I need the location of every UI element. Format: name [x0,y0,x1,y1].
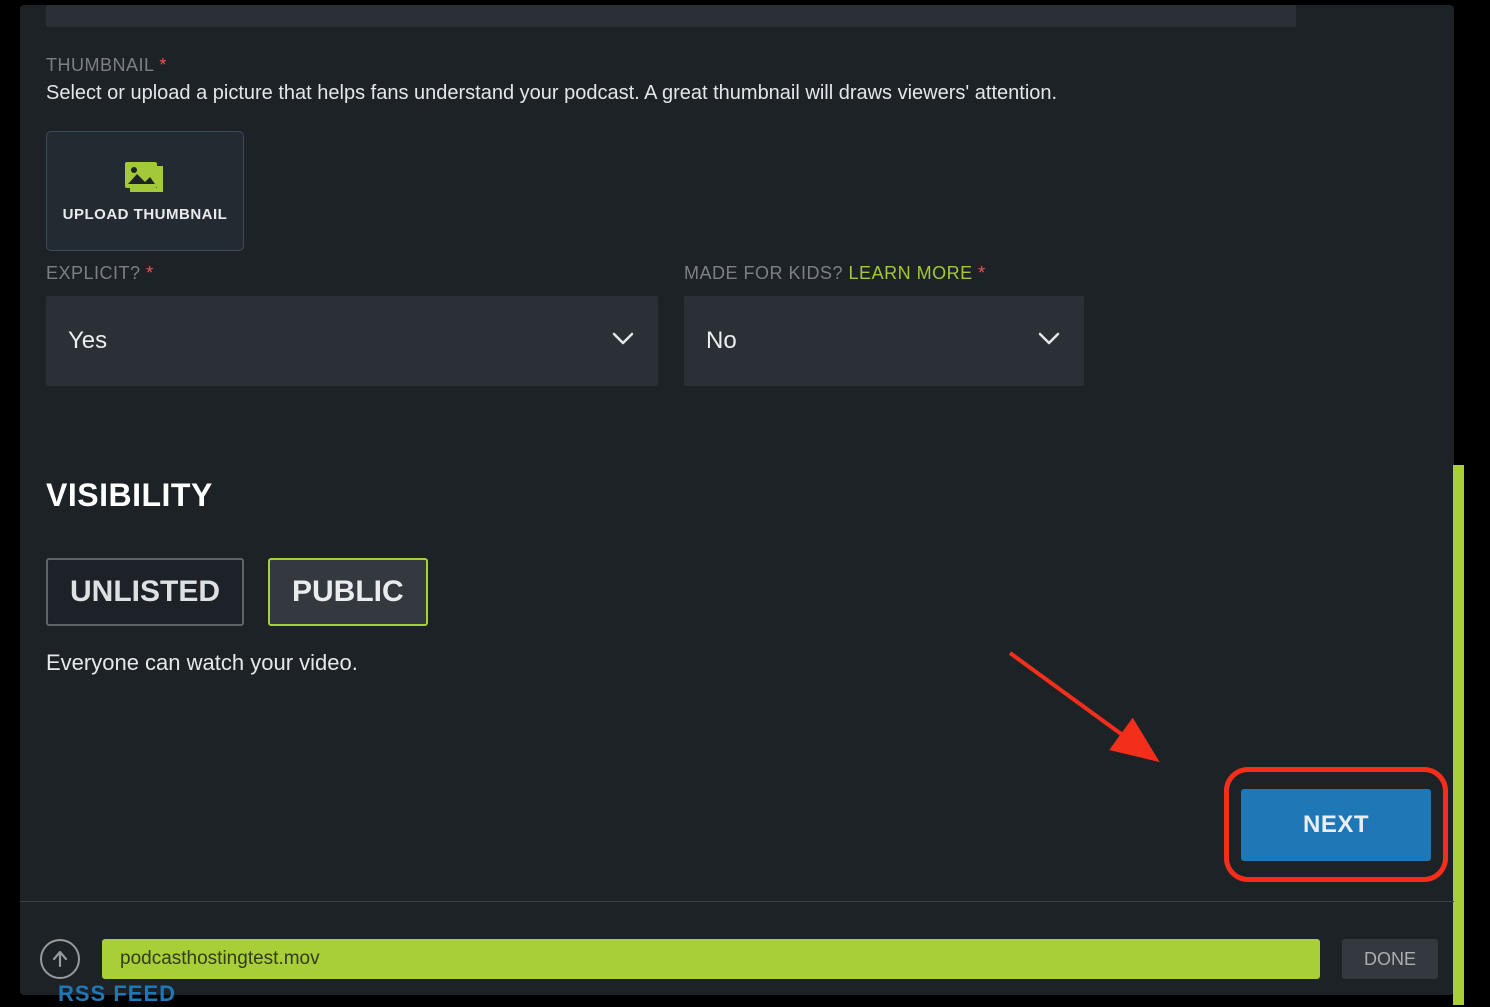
learn-more-link[interactable]: LEARN MORE [849,263,973,283]
viewport: THUMBNAIL * Select or upload a picture t… [0,0,1490,1006]
next-label: NEXT [1303,811,1369,839]
required-marker: * [146,263,154,283]
scrollbar-indicator[interactable] [1453,465,1464,1005]
required-marker: * [159,55,167,75]
explicit-label-row: EXPLICIT? * [46,263,658,284]
kids-value: No [706,327,737,355]
upload-filename: podcasthostingtest.mov [120,948,320,970]
kids-select[interactable]: No [684,296,1084,386]
thumbnail-label: THUMBNAIL [46,55,154,75]
public-label: PUBLIC [292,575,404,609]
rss-feed-label: RSS FEED [58,981,176,1007]
visibility-description: Everyone can watch your video. [46,650,428,676]
upload-footer: podcasthostingtest.mov DONE [40,939,1438,979]
next-highlight-box: NEXT [1224,767,1448,882]
done-button[interactable]: DONE [1342,939,1438,979]
visibility-section: VISIBILITY UNLISTED PUBLIC Everyone can … [46,477,428,676]
thumbnail-label-row: THUMBNAIL * [46,55,1057,76]
settings-panel: THUMBNAIL * Select or upload a picture t… [20,5,1454,995]
visibility-unlisted-button[interactable]: UNLISTED [46,558,244,626]
kids-label: MADE FOR KIDS? [684,263,843,283]
upload-thumbnail-label: UPLOAD THUMBNAIL [63,206,228,223]
divider [20,901,1454,902]
required-marker: * [978,263,986,283]
kids-label-row: MADE FOR KIDS? LEARN MORE * [684,263,1084,284]
visibility-options: UNLISTED PUBLIC [46,558,428,626]
explicit-value: Yes [68,327,107,355]
thumbnail-description: Select or upload a picture that helps fa… [46,80,1057,107]
upload-status-icon [40,939,80,979]
explicit-label: EXPLICIT? [46,263,141,283]
options-row: EXPLICIT? * Yes MADE FOR KIDS? LEARN MOR… [46,263,1084,386]
image-icon [125,160,165,192]
visibility-public-button[interactable]: PUBLIC [268,558,428,626]
done-label: DONE [1364,949,1416,970]
explicit-column: EXPLICIT? * Yes [46,263,658,386]
kids-column: MADE FOR KIDS? LEARN MORE * No [684,263,1084,386]
next-button[interactable]: NEXT [1241,789,1431,861]
annotation-arrow [990,645,1190,795]
chevron-down-icon [1038,332,1060,351]
upload-thumbnail-button[interactable]: UPLOAD THUMBNAIL [46,131,244,251]
top-input-field[interactable] [46,5,1296,27]
unlisted-label: UNLISTED [70,575,220,609]
visibility-title: VISIBILITY [46,477,428,514]
upload-progress-bar[interactable]: podcasthostingtest.mov [102,939,1320,979]
chevron-down-icon [612,332,634,351]
explicit-select[interactable]: Yes [46,296,658,386]
thumbnail-section: THUMBNAIL * Select or upload a picture t… [46,55,1057,251]
